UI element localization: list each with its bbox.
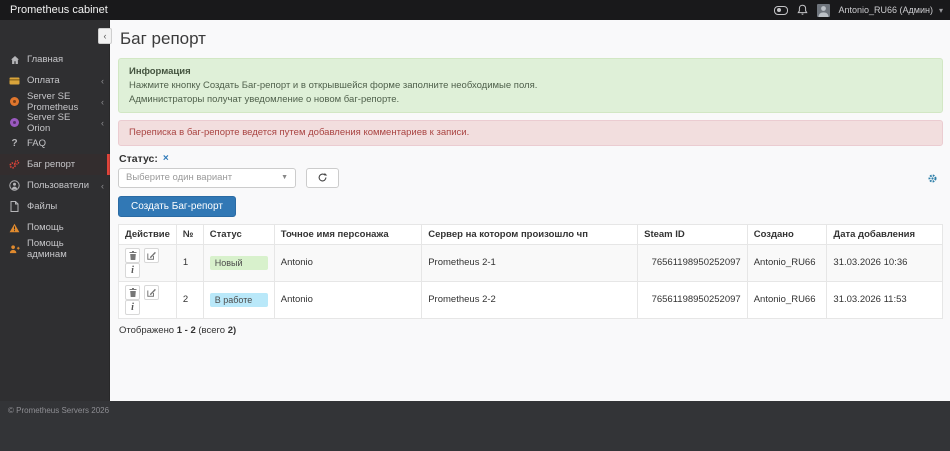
refresh-button[interactable] <box>306 167 339 188</box>
table-row: i 1 Новый Antonio Prometheus 2-1 7656119… <box>118 243 943 282</box>
sidebar-item-users[interactable]: Пользователи ‹ <box>0 175 110 196</box>
cell-number: 1 <box>175 243 204 282</box>
table-header-row: Действие № Статус Точное имя персонажа С… <box>118 223 943 245</box>
server-orion-icon <box>9 118 20 127</box>
info-alert: Информация Нажмите кнопку Создать Баг-ре… <box>118 58 943 114</box>
info-alert-title: Информация <box>129 66 191 77</box>
status-select[interactable]: Выберите один вариант ▼ <box>118 167 296 188</box>
cell-date-added: 31.03.2026 10:36 <box>826 243 943 282</box>
status-select-placeholder: Выберите один вариант <box>126 172 233 184</box>
col-character-name: Точное имя персонажа <box>273 223 423 245</box>
user-plus-icon <box>9 244 20 254</box>
cell-date-added: 31.03.2026 11:53 <box>826 280 943 319</box>
page-title: Баг репорт <box>120 29 206 48</box>
table-row: i 2 В работе Antonio Prometheus 2-2 7656… <box>118 280 943 319</box>
bug-report-table: Действие № Статус Точное имя персонажа С… <box>118 223 943 319</box>
view-info-icon[interactable]: i <box>125 262 140 278</box>
sidebar-item-home[interactable]: Главная <box>0 49 110 70</box>
info-alert-line2: Администраторы получат уведомление о нов… <box>129 93 400 105</box>
sidebar-item-server-orion[interactable]: Server SE Orion ‹ <box>0 111 110 134</box>
warning-alert: Переписка в баг-репорте ведется путем до… <box>118 120 943 146</box>
col-status: Статус <box>202 223 275 245</box>
warning-icon <box>9 223 20 233</box>
sidebar-item-label: Оплата <box>27 75 60 86</box>
app-brand: Prometheus cabinet <box>10 4 108 16</box>
cell-created-by: Antonio_RU66 <box>746 280 828 319</box>
sidebar-item-label: Файлы <box>27 201 58 212</box>
chevron-down-icon: ▾ <box>938 5 943 15</box>
col-action: Действие <box>118 223 177 245</box>
sidebar-item-faq[interactable]: ? FAQ <box>0 133 110 154</box>
cell-created-by: Antonio_RU66 <box>746 243 828 282</box>
cell-steam-id: 76561198950252097 <box>637 243 748 282</box>
chevron-left-icon: ‹ <box>101 96 104 107</box>
toggle-icon[interactable] <box>773 5 788 15</box>
chevron-down-icon: ▼ <box>281 174 288 182</box>
warning-alert-text: Переписка в баг-репорте ведется путем до… <box>129 127 470 139</box>
home-icon <box>9 55 20 65</box>
sidebar-item-help-admins[interactable]: Помощь админам <box>0 237 110 260</box>
sidebar-item-payment[interactable]: Оплата ‹ <box>0 70 110 91</box>
users-icon <box>9 180 20 191</box>
info-alert-line1: Нажмите кнопку Создать Баг-репорт и в от… <box>129 80 538 92</box>
sidebar: Главная Оплата ‹ Server SE Prometheus ‹ … <box>0 20 110 401</box>
sidebar-item-server-prometheus[interactable]: Server SE Prometheus ‹ <box>0 90 110 113</box>
status-badge: Новый <box>209 255 268 270</box>
gears-icon <box>9 159 20 170</box>
chevron-left-icon: ‹ <box>101 180 104 191</box>
question-icon: ? <box>11 138 18 149</box>
sidebar-collapse-button[interactable]: ‹ <box>98 28 112 44</box>
create-bug-report-button[interactable]: Создать Баг-репорт <box>118 195 236 217</box>
sidebar-item-label: Server SE Prometheus <box>27 90 79 113</box>
sidebar-item-label: Помощь <box>27 222 64 233</box>
cell-number: 2 <box>175 280 204 319</box>
edit-icon[interactable] <box>143 247 159 263</box>
status-badge: В работе <box>209 292 268 307</box>
user-menu[interactable]: Antonio_RU66 (Админ) <box>839 5 933 15</box>
main-content: ‹ Баг репорт Информация Нажмите кнопку С… <box>98 20 950 401</box>
top-navbar: Prometheus cabinet Antonio_RU66 (Админ) … <box>0 0 950 20</box>
chevron-left-icon: ‹ <box>101 75 104 86</box>
server-prometheus-icon <box>9 97 20 106</box>
sidebar-item-label: FAQ <box>27 138 47 149</box>
sidebar-item-help[interactable]: Помощь <box>0 217 110 238</box>
copyright-text: © Prometheus Servers 2026 <box>8 406 110 415</box>
cell-server: Prometheus 2-2 <box>421 280 639 319</box>
avatar[interactable] <box>816 3 830 17</box>
sidebar-item-label: Пользователи <box>27 180 90 191</box>
sidebar-item-label: Баг репорт <box>27 159 76 170</box>
cell-character-name: Antonio <box>273 243 423 282</box>
clear-filter-icon[interactable]: × <box>163 153 169 164</box>
col-date-added: Дата добавления <box>826 223 943 245</box>
sidebar-item-bug-report[interactable]: Баг репорт <box>0 154 110 175</box>
delete-icon[interactable] <box>125 284 140 300</box>
delete-icon[interactable] <box>125 247 140 263</box>
sidebar-item-label: Server SE Orion <box>27 111 71 134</box>
bell-icon[interactable] <box>796 4 808 16</box>
sidebar-item-label: Главная <box>27 54 64 65</box>
cell-server: Prometheus 2-1 <box>421 243 639 282</box>
grid-summary: Отображено 1 - 2 (всего 2) <box>119 324 237 336</box>
col-steam-id: Steam ID <box>637 223 748 245</box>
view-info-icon[interactable]: i <box>125 299 140 315</box>
credit-card-icon <box>9 77 20 85</box>
file-icon <box>9 201 20 212</box>
chevron-left-icon: ‹ <box>101 117 104 128</box>
cell-character-name: Antonio <box>273 280 423 319</box>
page-footer: © Prometheus Servers 2026 <box>0 401 950 451</box>
sidebar-item-files[interactable]: Файлы <box>0 196 110 217</box>
col-created-by: Создано <box>746 223 828 245</box>
cell-steam-id: 76561198950252097 <box>637 280 748 319</box>
sidebar-item-label: Помощь админам <box>27 237 67 260</box>
status-filter-label: Статус: <box>119 152 158 165</box>
col-number: № <box>175 223 204 245</box>
edit-icon[interactable] <box>143 284 159 300</box>
col-server: Сервер на котором произошло чп <box>421 223 639 245</box>
